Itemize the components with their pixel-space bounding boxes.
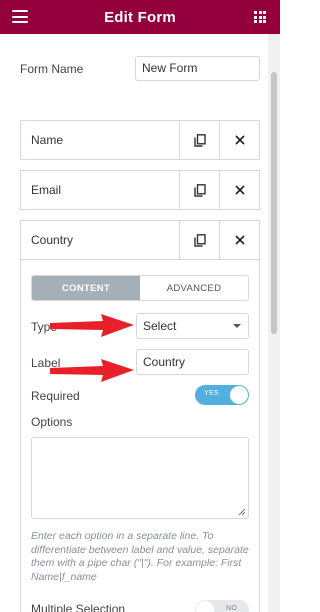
- field-item-label: Email: [31, 183, 62, 197]
- field-item-email[interactable]: Email: [20, 170, 260, 210]
- required-toggle-text: YES: [204, 390, 219, 397]
- field-item-label: Name: [31, 133, 64, 147]
- editor-header: Edit Form: [0, 0, 280, 34]
- remove-field-button[interactable]: [219, 121, 259, 159]
- annotation-arrow-icon: [50, 314, 134, 337]
- panel-scrollbar[interactable]: [268, 34, 280, 612]
- duplicate-field-button[interactable]: [179, 221, 219, 259]
- form-name-input[interactable]: New Form: [135, 56, 260, 81]
- tab-content[interactable]: CONTENT: [32, 276, 140, 300]
- resize-handle-icon[interactable]: [238, 508, 246, 516]
- form-name-label: Form Name: [20, 62, 84, 76]
- copy-icon: [193, 183, 206, 197]
- close-icon: [234, 235, 245, 245]
- chevron-down-icon: [233, 324, 241, 328]
- field-item-name[interactable]: Name: [20, 120, 260, 160]
- remove-field-button[interactable]: [219, 171, 259, 209]
- settings-tabs: CONTENT ADVANCED: [31, 275, 249, 301]
- multiple-selection-toggle-text: NO: [226, 605, 238, 612]
- duplicate-field-button[interactable]: [179, 121, 219, 159]
- panel-title: Edit Form: [104, 8, 176, 26]
- toggle-knob: [230, 386, 248, 404]
- required-label: Required: [31, 389, 80, 403]
- options-help-text: Enter each option in a separate line. To…: [31, 530, 249, 583]
- field-item-country[interactable]: Country: [20, 220, 260, 260]
- annotation-arrow-icon: [50, 359, 134, 382]
- options-textarea[interactable]: [31, 437, 249, 519]
- type-select-value: Select: [143, 319, 177, 333]
- label-input[interactable]: Country: [136, 349, 249, 375]
- scrollbar-thumb[interactable]: [271, 72, 277, 334]
- multiple-selection-toggle[interactable]: NO: [195, 600, 249, 612]
- hamburger-menu-icon[interactable]: [12, 10, 28, 23]
- copy-icon: [193, 133, 206, 147]
- close-icon: [234, 135, 245, 145]
- required-toggle[interactable]: YES: [195, 385, 249, 405]
- field-item-label: Country: [31, 233, 74, 247]
- tab-advanced[interactable]: ADVANCED: [140, 276, 248, 300]
- multiple-selection-label: Multiple Selection: [31, 602, 126, 612]
- type-select[interactable]: Select: [136, 313, 249, 339]
- grid-apps-icon[interactable]: [254, 11, 266, 23]
- remove-field-button[interactable]: [219, 221, 259, 259]
- duplicate-field-button[interactable]: [179, 171, 219, 209]
- close-icon: [234, 185, 245, 195]
- options-label: Options: [31, 415, 73, 429]
- copy-icon: [193, 233, 206, 247]
- toggle-knob: [196, 601, 214, 612]
